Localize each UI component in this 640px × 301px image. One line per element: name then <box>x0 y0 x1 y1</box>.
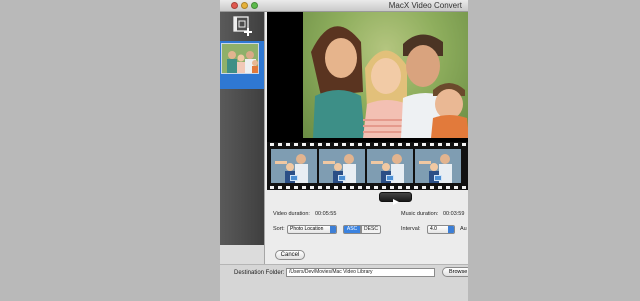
video-duration-value: 00:05:55 <box>315 211 337 217</box>
zoom-window-button[interactable] <box>251 2 258 9</box>
preview-area <box>267 12 468 190</box>
slideshow-dialog: Video duration: 00:05:55 Music duration:… <box>264 12 468 264</box>
sort-asc-button[interactable]: ASC <box>343 225 361 234</box>
destination-bar: Destination Folder: /Users/Dev/Movies/Ma… <box>220 264 468 301</box>
interval-label: Interval: <box>401 226 421 232</box>
browse-button[interactable]: Browse <box>442 267 468 277</box>
window-title: MacX Video Convert <box>388 1 462 10</box>
play-icon <box>393 199 399 205</box>
music-duration-value: 00:03:59 <box>443 211 465 217</box>
app-window: MacX Video Convert Video duration: 00:05… <box>220 0 468 301</box>
photo-frame-icon <box>290 175 298 181</box>
sidebar <box>220 12 264 245</box>
destination-folder-label: Destination Folder: <box>234 270 285 276</box>
filmstrip-frame[interactable] <box>367 149 413 183</box>
minimize-window-button[interactable] <box>241 2 248 9</box>
main-preview-image <box>303 12 468 138</box>
play-button[interactable] <box>379 192 412 205</box>
filmstrip-frame[interactable] <box>319 149 365 183</box>
photo-frame-icon <box>386 175 394 181</box>
music-duration-label: Music duration: <box>401 211 439 217</box>
close-window-button[interactable] <box>231 2 238 9</box>
cancel-button[interactable]: Cancel <box>275 250 305 260</box>
family-thumbnail-image <box>222 44 258 73</box>
filmstrip <box>267 142 468 190</box>
add-photos-button[interactable] <box>232 15 254 37</box>
video-duration-label: Video duration: <box>273 211 310 217</box>
filmstrip-frame[interactable] <box>271 149 317 183</box>
sort-selected-value: Photo Location <box>290 226 324 232</box>
photo-frame-icon <box>338 175 346 181</box>
destination-folder-field[interactable]: /Users/Dev/Movies/Mac Video Library <box>286 268 435 277</box>
photo-thumbnail[interactable] <box>221 43 259 74</box>
chevron-updown-icon <box>448 226 454 233</box>
photo-frame-icon <box>434 175 442 181</box>
filmstrip-frame[interactable] <box>415 149 461 183</box>
chevron-updown-icon <box>330 226 336 233</box>
auto-label: Au <box>460 226 467 232</box>
sort-label: Sort: <box>273 226 285 232</box>
title-bar: MacX Video Convert <box>220 0 468 12</box>
sort-desc-button[interactable]: DESC <box>361 225 381 234</box>
sort-select[interactable]: Photo Location <box>287 225 337 234</box>
interval-select[interactable]: 4.0 <box>427 225 455 234</box>
family-photo <box>303 12 468 138</box>
interval-value: 4.0 <box>430 226 437 232</box>
add-photos-icon <box>233 16 252 36</box>
